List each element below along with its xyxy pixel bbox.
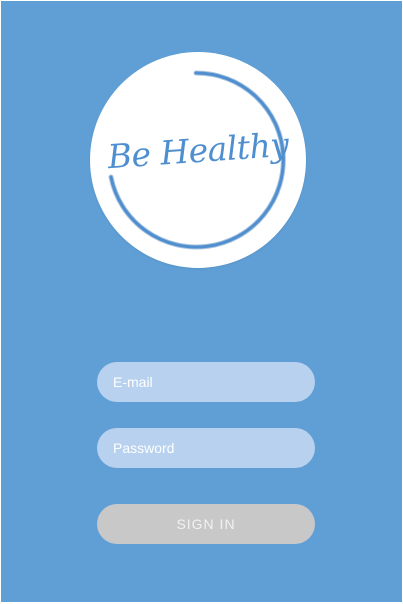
logo-badge: Be Healthy (90, 52, 306, 268)
password-input[interactable] (97, 428, 315, 468)
email-input[interactable] (97, 362, 315, 402)
login-screen: Be Healthy SIGN IN (1, 1, 402, 602)
sign-in-button[interactable]: SIGN IN (97, 504, 315, 544)
